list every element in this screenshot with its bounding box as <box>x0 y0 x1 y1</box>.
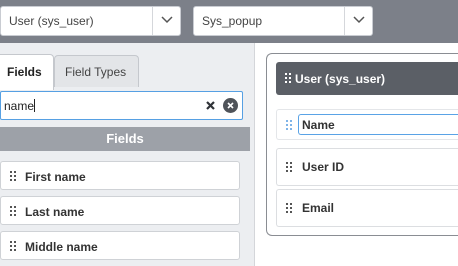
form-field-slot[interactable]: User ID <box>276 148 458 186</box>
field-search-value: name <box>4 99 36 113</box>
field-list-item-label: Last name <box>25 205 85 219</box>
form-field-label: User ID <box>302 160 345 174</box>
form-section: User (sys_user) Name User ID Email <box>266 53 458 236</box>
form-field-label: Name <box>302 118 335 132</box>
drag-handle-icon[interactable] <box>286 120 292 130</box>
drag-handle-icon[interactable] <box>286 203 292 213</box>
view-selector-dropdown-button[interactable] <box>344 7 372 35</box>
form-field-selected-box[interactable]: Name <box>298 114 458 135</box>
clear-search-icon[interactable] <box>223 98 238 113</box>
field-list-item-label: First name <box>25 170 86 184</box>
field-picker-panel: Field Types Fields name Fields First nam… <box>0 43 255 266</box>
table-selector-dropdown-button[interactable] <box>152 7 180 35</box>
chevron-down-icon <box>161 16 173 24</box>
form-field-label: Email <box>302 201 335 215</box>
field-search-input[interactable]: name <box>0 91 243 120</box>
tab-field-types[interactable]: Field Types <box>54 55 139 87</box>
form-section-header[interactable]: User (sys_user) <box>276 62 458 95</box>
form-field-slot[interactable]: Name <box>276 109 458 140</box>
tab-fields[interactable]: Fields <box>0 54 54 90</box>
view-selector[interactable]: Sys_popup <box>193 6 373 36</box>
form-layout-canvas: User (sys_user) Name User ID Email <box>256 43 458 266</box>
tab-field-types-label: Field Types <box>65 65 127 79</box>
drag-handle-icon[interactable] <box>286 162 292 172</box>
drag-handle-icon[interactable] <box>10 206 16 216</box>
field-list-item[interactable]: Last name <box>0 196 240 225</box>
form-field-slot[interactable]: Email <box>276 189 458 227</box>
form-section-title: User (sys_user) <box>295 72 386 86</box>
chevron-down-icon <box>353 16 365 24</box>
tab-fields-label: Fields <box>7 65 42 79</box>
table-selector[interactable]: User (sys_user) <box>0 6 181 36</box>
drag-handle-icon[interactable] <box>10 171 16 181</box>
drag-handle-icon[interactable] <box>285 73 291 83</box>
drag-handle-icon[interactable] <box>10 241 16 251</box>
field-list-item[interactable]: Middle name <box>0 231 240 260</box>
view-selector-value: Sys_popup <box>202 14 263 28</box>
close-icon[interactable] <box>205 99 217 111</box>
top-toolbar: User (sys_user) Sys_popup <box>0 0 458 43</box>
table-selector-value: User (sys_user) <box>9 14 94 28</box>
field-list-item[interactable]: First name <box>0 161 240 190</box>
field-list-item-label: Middle name <box>25 240 98 254</box>
text-cursor <box>34 99 36 112</box>
fields-list-header: Fields <box>0 127 250 151</box>
